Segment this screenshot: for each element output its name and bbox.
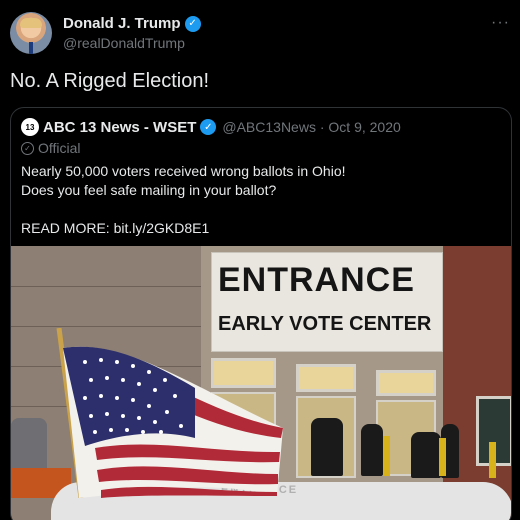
bollard bbox=[489, 442, 496, 478]
quoted-text: Nearly 50,000 voters received wrong ball… bbox=[21, 162, 346, 238]
avatar-hair bbox=[20, 18, 42, 28]
author-handle[interactable]: @realDonaldTrump bbox=[63, 35, 185, 51]
bollard bbox=[383, 436, 390, 476]
tweet-header: Donald J. Trump ✓ @realDonaldTrump ··· bbox=[10, 12, 510, 56]
official-text: Official bbox=[38, 140, 81, 156]
verified-badge-icon: ✓ bbox=[184, 15, 201, 32]
person bbox=[361, 424, 383, 476]
avatar[interactable] bbox=[10, 12, 52, 54]
read-more-link[interactable]: READ MORE: bit.ly/2GKD8E1 bbox=[21, 219, 346, 238]
more-horizontal-icon[interactable]: ··· bbox=[491, 14, 510, 32]
wall-line bbox=[11, 326, 211, 327]
author-name[interactable]: Donald J. Trump bbox=[63, 15, 181, 32]
quoted-photo[interactable]: ENTRANCE EARLY VOTE CENTER ENTRANCE bbox=[11, 246, 511, 520]
author-name-row[interactable]: Donald J. Trump ✓ bbox=[63, 15, 201, 32]
quoted-line: Nearly 50,000 voters received wrong ball… bbox=[21, 163, 346, 179]
window bbox=[296, 364, 356, 392]
person bbox=[311, 418, 343, 476]
quoted-tweet[interactable]: 13 ABC 13 News - WSET ✓ @ABC13News · Oct… bbox=[10, 107, 512, 520]
american-flag-icon bbox=[56, 328, 283, 498]
banner-line1: ENTRANCE bbox=[218, 261, 415, 299]
quoted-handle-date: @ABC13News · Oct 9, 2020 bbox=[222, 119, 401, 135]
quoted-header: 13 ABC 13 News - WSET ✓ @ABC13News · Oct… bbox=[21, 118, 401, 136]
official-label: ✓ Official bbox=[21, 140, 81, 156]
person bbox=[411, 432, 441, 478]
window bbox=[376, 370, 436, 396]
person bbox=[11, 418, 47, 474]
quoted-line: Does you feel safe mailing in your ballo… bbox=[21, 182, 277, 198]
wall-line bbox=[11, 286, 211, 287]
red-brick-column bbox=[443, 246, 511, 520]
tweet-text: No. A Rigged Election! bbox=[10, 70, 210, 92]
verified-badge-icon: ✓ bbox=[200, 119, 217, 135]
bollard bbox=[439, 438, 446, 476]
quoted-author-name: ABC 13 News - WSET bbox=[43, 118, 197, 136]
official-check-icon: ✓ bbox=[21, 141, 34, 155]
avatar-tie bbox=[29, 42, 33, 54]
abc13-logo-icon: 13 bbox=[21, 118, 39, 136]
